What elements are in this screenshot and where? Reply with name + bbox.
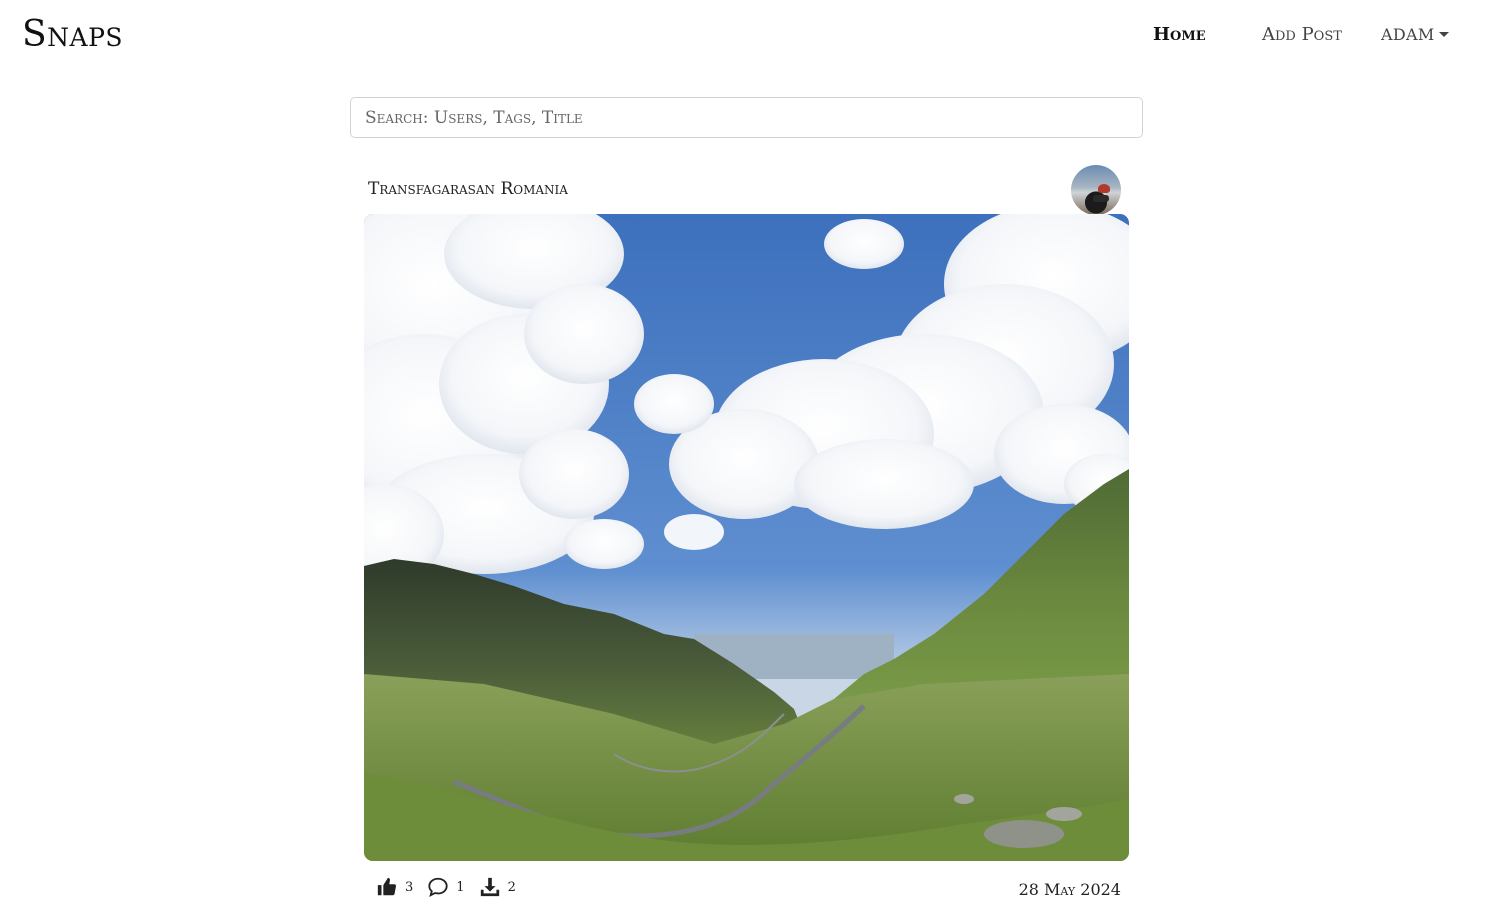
post-title[interactable]: Transfagarasan Romania [368,179,568,199]
navbar: Snaps Home Add Post ADAM [0,0,1496,72]
comment-button[interactable]: 1 [427,876,465,898]
comment-count: 1 [456,879,465,895]
post-image[interactable] [364,214,1129,861]
user-menu-dropdown[interactable]: ADAM [1381,25,1449,44]
like-count: 3 [405,879,414,895]
post-actions: 3 1 2 [376,874,530,900]
nav-add-post-link[interactable]: Add Post [1262,24,1342,45]
download-button[interactable]: 2 [479,876,516,898]
download-icon [480,877,499,897]
avatar-detail [1098,184,1110,193]
download-count: 2 [507,879,516,895]
post-card: Transfagarasan Romania 3 1 2 28 May 2024 [364,165,1129,910]
comment-icon [428,877,448,898]
caret-down-icon [1438,32,1449,37]
post-image-landscape [364,214,1129,861]
nav-home-link[interactable]: Home [1153,24,1206,45]
thumbs-up-icon [377,877,397,896]
like-button[interactable]: 3 [376,876,413,898]
search-input[interactable] [350,97,1143,138]
author-avatar[interactable] [1071,165,1121,215]
avatar-detail [1093,195,1109,202]
post-date: 28 May 2024 [1018,880,1121,899]
brand-logo[interactable]: Snaps [22,14,123,55]
user-menu-label: ADAM [1381,25,1435,44]
